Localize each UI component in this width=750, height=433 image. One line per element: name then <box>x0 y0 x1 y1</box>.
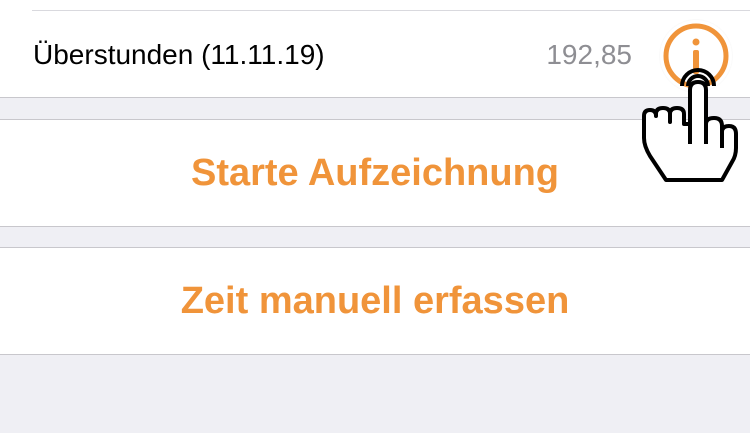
overtime-value: 192,85 <box>546 39 632 70</box>
overtime-row: Überstunden (11.11.19) 192,85 <box>0 0 750 98</box>
start-recording-button[interactable]: Starte Aufzeichnung <box>0 119 750 227</box>
info-button[interactable] <box>660 20 732 92</box>
overtime-label: Überstunden (11.11.19) <box>33 39 325 70</box>
manual-entry-button[interactable]: Zeit manuell erfassen <box>0 247 750 355</box>
separator <box>32 10 750 11</box>
info-circle-icon <box>663 23 729 89</box>
